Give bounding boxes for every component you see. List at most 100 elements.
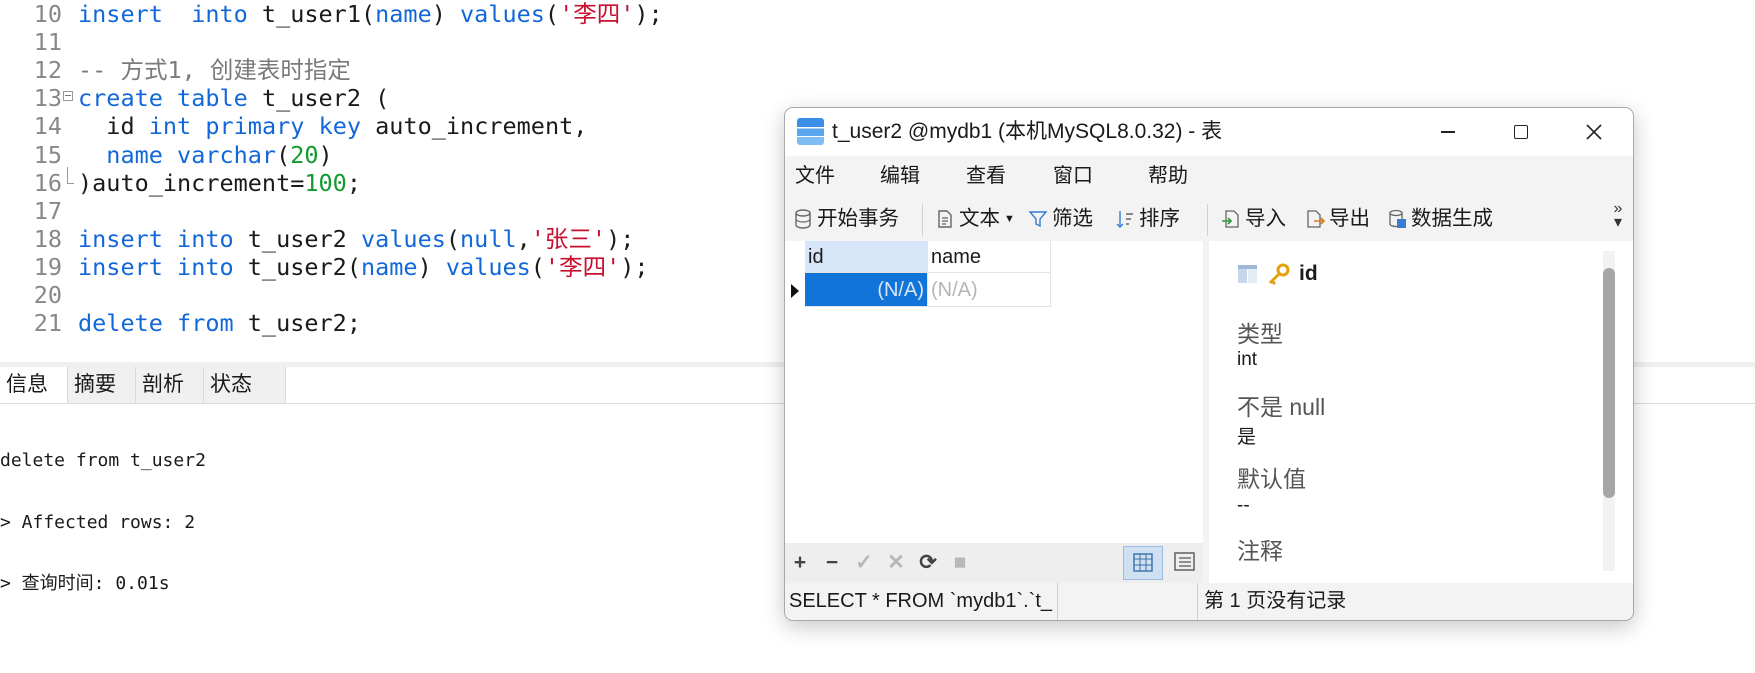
toolbar-separator (1207, 204, 1208, 236)
code-text: insert into t_user1(name) values('李四'); (78, 0, 663, 28)
table-icon (797, 118, 824, 145)
tab-info[interactable]: 信息 (0, 367, 68, 403)
tab-summary[interactable]: 摘要 (68, 367, 136, 403)
line-number: 21 (33, 309, 62, 338)
default-label: 默认值 (1237, 466, 1306, 492)
data-generation-label: 数据生成 (1411, 207, 1493, 230)
data-grid[interactable]: id name (N/A) (N/A) (785, 241, 1203, 543)
document-icon (938, 210, 952, 228)
code-text: id int primary key auto_increment, (78, 112, 588, 141)
code-text: insert into t_user2 values(null,'张三'); (78, 224, 635, 253)
minimize-icon (1441, 131, 1455, 133)
close-button[interactable] (1561, 108, 1627, 156)
line-number: 19 (33, 252, 62, 281)
add-record-button[interactable]: + (785, 543, 815, 583)
menu-edit[interactable]: 编辑 (880, 156, 920, 196)
grid-icon (1133, 553, 1153, 572)
title-bar[interactable]: t_user2 @mydb1 (本机MySQL8.0.32) - 表 (785, 108, 1633, 156)
column-header-id[interactable]: id (805, 241, 928, 273)
field-header: id (1237, 259, 1318, 289)
type-value: int (1237, 349, 1258, 370)
table-window: t_user2 @mydb1 (本机MySQL8.0.32) - 表 文件 编辑… (784, 107, 1634, 621)
column-header-name[interactable]: name (928, 241, 1051, 273)
refresh-button[interactable]: ⟳ (913, 543, 943, 583)
line-number: 11 (33, 28, 62, 57)
apply-changes-button[interactable]: ✓ (849, 543, 879, 583)
grid-view-button[interactable] (1123, 546, 1163, 580)
status-sql: SELECT * FROM `mydb1`.`t_ (789, 583, 1058, 620)
status-bar: SELECT * FROM `mydb1`.`t_ 第 1 页没有记录 (785, 583, 1633, 620)
message-line: > Affected rows: 2 (0, 511, 196, 533)
code-line[interactable]: 11 (0, 28, 1755, 56)
begin-transaction-button[interactable]: 开始事务 (793, 198, 899, 240)
tab-profile[interactable]: 剖析 (136, 367, 204, 403)
dropdown-icon: ▼ (1004, 213, 1015, 225)
default-value: -- (1237, 495, 1250, 516)
not-null-value: 是 (1237, 427, 1257, 448)
menu-help[interactable]: 帮助 (1148, 156, 1188, 196)
export-button[interactable]: 导出 (1305, 198, 1370, 240)
export-label: 导出 (1329, 207, 1370, 230)
key-icon (1268, 263, 1290, 285)
sort-icon (1116, 211, 1133, 228)
stop-button[interactable]: ■ (945, 543, 975, 583)
status-records: 第 1 页没有记录 (1197, 583, 1346, 620)
type-label: 类型 (1237, 321, 1283, 347)
data-generation-icon (1389, 209, 1406, 228)
text-button[interactable]: 文本 ▼ (935, 198, 1015, 240)
form-icon (1174, 552, 1195, 571)
field-info-panel: id 类型 int 不是 null 是 默认值 -- 注释 (1209, 241, 1633, 583)
tab-status[interactable]: 状态 (204, 367, 286, 403)
menu-view[interactable]: 查看 (966, 156, 1006, 196)
menu-window[interactable]: 窗口 (1053, 156, 1093, 196)
line-number: 16 (33, 168, 62, 197)
fold-end-marker (67, 166, 74, 184)
message-output: delete from t_user2 > Affected rows: 2 >… (0, 410, 206, 615)
discard-changes-button[interactable]: ✕ (881, 543, 911, 583)
code-text: insert into t_user2(name) values('李四'); (78, 252, 649, 281)
export-icon (1307, 210, 1325, 228)
toolbar: 开始事务 文本 ▼ 筛选 排序 导入 导出 数据生成 » ▾ (785, 198, 1633, 240)
code-text: create table t_user2 ( (78, 84, 390, 113)
maximize-button[interactable] (1488, 108, 1554, 156)
form-view-button[interactable] (1167, 546, 1203, 580)
import-label: 导入 (1245, 207, 1286, 230)
not-null-label: 不是 null (1237, 394, 1326, 420)
grid-action-bar: + − ✓ ✕ ⟳ ■ (785, 543, 1203, 583)
close-icon (1586, 124, 1602, 140)
code-line[interactable]: 10 insert into t_user1(name) values('李四')… (0, 0, 1755, 28)
code-line[interactable]: 12 -- 方式1, 创建表时指定 (0, 56, 1755, 84)
fold-toggle-icon[interactable] (63, 91, 73, 102)
cell-name[interactable]: (N/A) (928, 273, 1051, 307)
sort-button[interactable]: 排序 (1115, 198, 1180, 240)
line-number: 20 (33, 281, 62, 309)
filter-button[interactable]: 筛选 (1028, 198, 1093, 240)
delete-record-button[interactable]: − (817, 543, 847, 583)
line-number: 13 (33, 84, 62, 113)
cell-id[interactable]: (N/A) (805, 273, 928, 307)
minimize-button[interactable] (1415, 108, 1481, 156)
import-icon (1222, 210, 1239, 228)
line-number: 10 (33, 0, 62, 28)
menu-file[interactable]: 文件 (795, 156, 835, 196)
data-generation-button[interactable]: 数据生成 (1387, 198, 1493, 240)
filter-icon (1028, 211, 1048, 228)
toolbar-separator (922, 204, 923, 236)
panel-scroll-thumb[interactable] (1603, 268, 1615, 498)
code-text: -- 方式1, 创建表时指定 (78, 56, 351, 85)
window-title: t_user2 @mydb1 (本机MySQL8.0.32) - 表 (832, 120, 1223, 143)
line-number: 17 (33, 196, 62, 225)
begin-transaction-label: 开始事务 (817, 207, 899, 230)
code-text: name varchar(20) (106, 140, 333, 169)
comment-label: 注释 (1237, 538, 1283, 564)
current-row-indicator-icon (791, 284, 799, 298)
line-number: 14 (33, 112, 62, 141)
sort-label: 排序 (1139, 207, 1180, 230)
column-icon (1238, 265, 1257, 283)
filter-label: 筛选 (1052, 207, 1093, 230)
maximize-icon (1514, 125, 1528, 139)
toolbar-overflow-icon[interactable]: » ▾ (1611, 201, 1625, 231)
import-button[interactable]: 导入 (1221, 198, 1286, 240)
code-text: delete from t_user2; (78, 309, 361, 338)
line-number: 15 (33, 140, 62, 169)
